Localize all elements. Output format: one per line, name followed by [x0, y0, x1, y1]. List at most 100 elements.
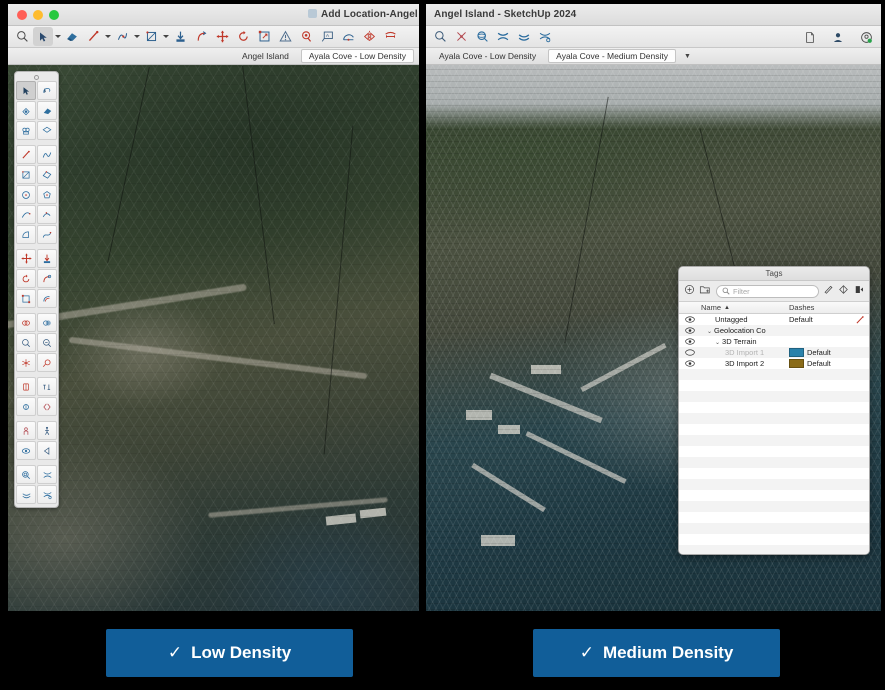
protractor-icon[interactable] — [338, 27, 358, 46]
visibility-eye-icon[interactable] — [679, 338, 701, 345]
add-tag-folder-icon[interactable] — [699, 282, 712, 300]
axes-icon[interactable] — [16, 377, 36, 396]
tags-panel-toolbar[interactable]: Filter — [679, 281, 869, 301]
visibility-eye-icon[interactable] — [679, 327, 701, 334]
stamp-icon[interactable] — [37, 485, 57, 504]
zoom-icon[interactable] — [12, 27, 32, 46]
eraser-icon[interactable] — [62, 27, 82, 46]
solid-tools-icon[interactable] — [37, 313, 57, 332]
section-plane-icon[interactable] — [16, 397, 36, 416]
component-icon[interactable] — [37, 121, 57, 140]
scene-tab-ayala-cove-medium-density[interactable]: Ayala Cove - Medium Density — [548, 49, 676, 63]
left-scene-tabs[interactable]: Angel Island Ayala Cove - Low Density — [8, 48, 419, 65]
scale-icon[interactable] — [16, 289, 36, 308]
low-density-button[interactable]: ✓ Low Density — [106, 629, 353, 677]
walk-icon[interactable] — [37, 421, 57, 440]
drape-icon[interactable] — [16, 485, 36, 504]
select-arrow-icon[interactable] — [33, 27, 53, 46]
rectangle-dropdown-caret[interactable] — [162, 27, 169, 46]
new-document-icon[interactable] — [800, 28, 820, 47]
name-column-header[interactable]: Name ▲ — [701, 303, 789, 312]
tags-panel[interactable]: Tags Filter — [678, 266, 870, 555]
select-dropdown-caret[interactable] — [54, 27, 61, 46]
color-icon[interactable] — [838, 282, 849, 300]
tag-filter-input[interactable]: Filter — [716, 285, 819, 298]
look-around-icon[interactable] — [16, 441, 36, 460]
tape-measure-icon[interactable] — [16, 333, 36, 352]
tag-row[interactable]: ⌄Geolocation Co — [679, 325, 869, 336]
minimize-button[interactable] — [33, 10, 43, 20]
right-viewport[interactable]: Tags Filter — [426, 65, 881, 611]
3d-text-icon[interactable] — [37, 377, 57, 396]
protractor-icon[interactable] — [16, 353, 36, 372]
rotated-rectangle-icon[interactable] — [37, 165, 57, 184]
mirror-icon[interactable] — [37, 397, 57, 416]
account-icon[interactable] — [828, 28, 848, 47]
left-traffic-lights[interactable] — [8, 10, 59, 20]
follow-me-icon[interactable] — [37, 269, 57, 288]
zoom-icon[interactable] — [430, 27, 450, 46]
offset-icon[interactable] — [191, 27, 211, 46]
freehand-icon[interactable] — [37, 145, 57, 164]
dashes-column-header[interactable]: Dashes — [789, 303, 851, 312]
arc-2point-icon[interactable] — [16, 205, 36, 224]
freehand-dropdown-caret[interactable] — [133, 27, 140, 46]
scene-tab-ayala-cove-low-density[interactable]: Ayala Cove - Low Density — [432, 50, 543, 62]
select-arrow-icon[interactable] — [16, 81, 36, 100]
tag-dashes[interactable]: Default — [789, 348, 851, 357]
right-toolbar-actions[interactable] — [800, 26, 876, 48]
orbit-icon[interactable] — [472, 27, 492, 46]
lasso-select-icon[interactable] — [37, 81, 57, 100]
chevron-down-icon[interactable]: ⌄ — [715, 339, 720, 346]
outer-shell-icon[interactable] — [16, 313, 36, 332]
tag-color-swatch[interactable] — [789, 359, 804, 368]
paint-bucket-icon[interactable] — [16, 101, 36, 120]
tag-row[interactable]: 3D Import 1 Default — [679, 347, 869, 358]
tool-palette[interactable] — [14, 71, 59, 508]
close-button[interactable] — [17, 10, 27, 20]
scale-icon[interactable] — [254, 27, 274, 46]
pie-arc-icon[interactable] — [16, 225, 36, 244]
pushpull-icon[interactable] — [37, 249, 57, 268]
pencil-dropdown-caret[interactable] — [104, 27, 111, 46]
palette-grid[interactable] — [16, 81, 57, 504]
bezier-icon[interactable] — [37, 225, 57, 244]
tag-dashes[interactable]: Default — [789, 359, 851, 368]
tag-row[interactable]: Untagged Default — [679, 314, 869, 325]
sandbox-smoove-icon[interactable] — [37, 465, 57, 484]
chevron-down-icon[interactable]: ⌄ — [707, 328, 712, 335]
paint-bucket-icon[interactable] — [296, 27, 316, 46]
sandbox-from-contours-icon[interactable] — [16, 465, 36, 484]
visibility-eye-off-icon[interactable] — [679, 349, 701, 356]
tag-color-swatch[interactable] — [789, 348, 804, 357]
group-icon[interactable] — [16, 121, 36, 140]
warning-icon[interactable] — [275, 27, 295, 46]
rotate-icon[interactable] — [233, 27, 253, 46]
arc-3point-icon[interactable] — [37, 205, 57, 224]
pencil-icon[interactable] — [83, 27, 103, 46]
right-toolbar[interactable] — [426, 26, 881, 48]
sandbox-smoove-icon[interactable] — [493, 27, 513, 46]
move-icon[interactable] — [16, 249, 36, 268]
polygon-icon[interactable] — [37, 185, 57, 204]
mirror-icon[interactable] — [359, 27, 379, 46]
pencil-icon[interactable] — [16, 145, 36, 164]
rectangle-icon[interactable] — [141, 27, 161, 46]
zoom-extents-icon[interactable] — [451, 27, 471, 46]
move-icon[interactable] — [212, 27, 232, 46]
chevron-down-icon[interactable]: ▼ — [681, 53, 694, 60]
rotate-icon[interactable] — [16, 269, 36, 288]
left-viewport[interactable] — [8, 65, 419, 611]
zoom-button[interactable] — [49, 10, 59, 20]
tag-dashes[interactable]: Default — [789, 315, 851, 324]
visibility-eye-icon[interactable] — [679, 316, 701, 323]
medium-density-button[interactable]: ✓ Medium Density — [533, 629, 780, 677]
drape-icon[interactable] — [514, 27, 534, 46]
visibility-eye-icon[interactable] — [679, 360, 701, 367]
tags-list[interactable]: Untagged Default ⌄Geolocation Co — [679, 314, 869, 554]
tag-row[interactable]: 3D Import 2 Default — [679, 358, 869, 369]
details-icon[interactable] — [853, 282, 864, 300]
circle-icon[interactable] — [16, 185, 36, 204]
pushpull-icon[interactable] — [170, 27, 190, 46]
active-tag-pencil-icon[interactable] — [851, 315, 869, 325]
